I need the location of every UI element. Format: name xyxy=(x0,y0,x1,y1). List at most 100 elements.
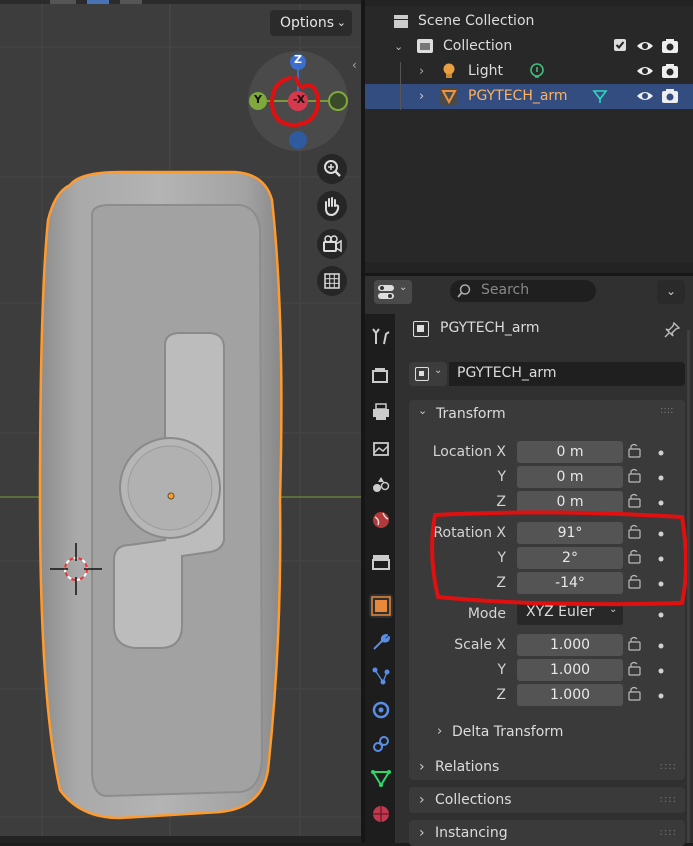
tab-physics[interactable] xyxy=(369,698,393,722)
light-label: Light xyxy=(468,63,503,79)
constraint-icon xyxy=(373,736,389,752)
object-context-icon xyxy=(413,321,429,337)
camera-view-button[interactable] xyxy=(317,229,347,259)
scene-collection-icon xyxy=(394,15,408,28)
light-data-icon[interactable] xyxy=(528,62,546,80)
drag-handle-icon[interactable]: :::: xyxy=(660,787,677,813)
object-browse-button[interactable]: ⌄ xyxy=(409,362,447,386)
mesh-data-icon[interactable] xyxy=(591,87,609,105)
tab-render[interactable] xyxy=(369,364,393,388)
drag-handle-icon[interactable]: :::: xyxy=(660,754,677,780)
scale-z-field[interactable]: 1.000 xyxy=(517,684,623,706)
eye-icon[interactable] xyxy=(636,87,654,105)
outliner-row-object[interactable]: › PGYTECH_arm xyxy=(365,84,693,109)
chevron-right-icon[interactable]: › xyxy=(419,84,424,109)
delta-transform-label[interactable]: Delta Transform xyxy=(452,724,563,740)
object-name-value: PGYTECH_arm xyxy=(457,365,557,381)
light-bulb-icon xyxy=(443,63,455,78)
tab-tool[interactable] xyxy=(369,324,393,348)
physics-icon xyxy=(372,701,390,719)
chevron-down-icon[interactable]: ⌄ xyxy=(394,34,403,59)
location-y-field[interactable]: 0 m xyxy=(517,466,623,488)
pin-icon[interactable] xyxy=(662,320,682,340)
transform-panel-title[interactable]: Transform xyxy=(436,406,506,422)
instancing-panel-header[interactable]: › Instancing :::: xyxy=(409,820,685,846)
chevron-right-icon: › xyxy=(419,825,425,841)
zoom-button[interactable] xyxy=(317,154,347,184)
pan-button[interactable] xyxy=(317,191,347,221)
render-camera-icon[interactable] xyxy=(661,37,679,55)
tab-material[interactable] xyxy=(369,802,393,826)
outliner-row-light[interactable]: › Light xyxy=(365,59,693,84)
chevron-right-icon: › xyxy=(419,792,425,808)
chevron-down-icon[interactable]: ⌄ xyxy=(418,404,427,417)
search-icon xyxy=(457,284,471,298)
render-icon xyxy=(372,368,388,383)
properties-tabs xyxy=(365,314,395,843)
chevron-down-icon: ⌄ xyxy=(336,16,346,29)
eye-icon[interactable] xyxy=(636,37,654,55)
drag-handle-icon[interactable]: :::: xyxy=(660,820,677,846)
hand-icon xyxy=(325,197,340,217)
options-dropdown[interactable]: Options ⌄ xyxy=(270,10,352,36)
gizmo-z-label[interactable]: Z xyxy=(292,53,304,66)
scene-icon xyxy=(373,477,390,492)
instancing-label: Instancing xyxy=(435,825,508,841)
outliner: Scene Collection ⌄ Collection › Light › … xyxy=(365,0,693,273)
render-camera-icon[interactable] xyxy=(661,62,679,80)
location-x-field[interactable]: 0 m xyxy=(517,441,623,463)
tab-particles[interactable] xyxy=(369,664,393,688)
tab-constraints[interactable] xyxy=(369,732,393,756)
collections-label: Collections xyxy=(435,792,512,808)
eye-icon[interactable] xyxy=(636,62,654,80)
tab-collection[interactable] xyxy=(369,550,393,574)
relations-panel-header[interactable]: › Relations :::: xyxy=(409,754,685,780)
view-layer-icon xyxy=(373,442,389,456)
search-field[interactable]: Search xyxy=(450,280,596,302)
checkbox-icon[interactable] xyxy=(613,38,627,52)
collections-panel-header[interactable]: › Collections :::: xyxy=(409,787,685,813)
collection-icon xyxy=(417,39,433,53)
scale-x-field[interactable]: 1.000 xyxy=(517,634,623,656)
sidebar-toggle-icon[interactable]: ‹ xyxy=(352,58,357,72)
chevron-right-icon[interactable]: › xyxy=(437,724,442,739)
annotation-highlight xyxy=(430,510,688,607)
material-icon xyxy=(373,806,389,822)
tab-modifiers[interactable] xyxy=(369,630,393,654)
editor-type-button[interactable]: ⌄ xyxy=(374,280,412,304)
scale-y-field[interactable]: 1.000 xyxy=(517,659,623,681)
tab-object-data[interactable] xyxy=(369,766,393,790)
object-name-field[interactable]: PGYTECH_arm xyxy=(449,362,685,386)
mesh-object-icon xyxy=(440,87,458,105)
location-y-label: Y xyxy=(497,469,506,485)
viewport-canvas xyxy=(0,0,361,843)
ortho-toggle-button[interactable] xyxy=(317,266,347,296)
collection-label: Collection xyxy=(443,38,513,54)
options-chevron-button[interactable]: ⌄ xyxy=(657,280,685,304)
gizmo-neg-x-label[interactable]: -X xyxy=(288,93,310,106)
scale-y-label: Y xyxy=(497,662,506,678)
search-placeholder: Search xyxy=(481,282,530,298)
grid-icon xyxy=(324,273,340,289)
outliner-scrollbar-track[interactable] xyxy=(365,262,693,273)
magnifier-icon xyxy=(324,160,341,177)
tab-view-layer[interactable] xyxy=(369,436,393,460)
outliner-row-scene-collection[interactable]: Scene Collection xyxy=(365,9,693,34)
drag-handle-icon[interactable]: :::: xyxy=(660,405,673,416)
3d-viewport[interactable]: Z Y -X Options ⌄ ‹ xyxy=(0,0,361,843)
render-camera-icon[interactable] xyxy=(661,87,679,105)
tab-world[interactable] xyxy=(369,508,393,532)
properties-scrollbar[interactable] xyxy=(687,330,690,843)
outliner-row-collection[interactable]: ⌄ Collection xyxy=(365,34,693,59)
gizmo-y-label[interactable]: Y xyxy=(252,93,264,106)
scene-collection-label: Scene Collection xyxy=(418,13,535,29)
tree-line xyxy=(400,62,401,110)
object-icon xyxy=(371,596,391,616)
collection-icon xyxy=(372,555,390,570)
wrench-icon xyxy=(373,634,390,650)
chevron-down-icon: ⌄ xyxy=(434,365,443,376)
chevron-right-icon[interactable]: › xyxy=(419,59,424,84)
tab-object[interactable] xyxy=(369,594,393,618)
tab-output[interactable] xyxy=(369,400,393,424)
tab-scene[interactable] xyxy=(369,472,393,496)
